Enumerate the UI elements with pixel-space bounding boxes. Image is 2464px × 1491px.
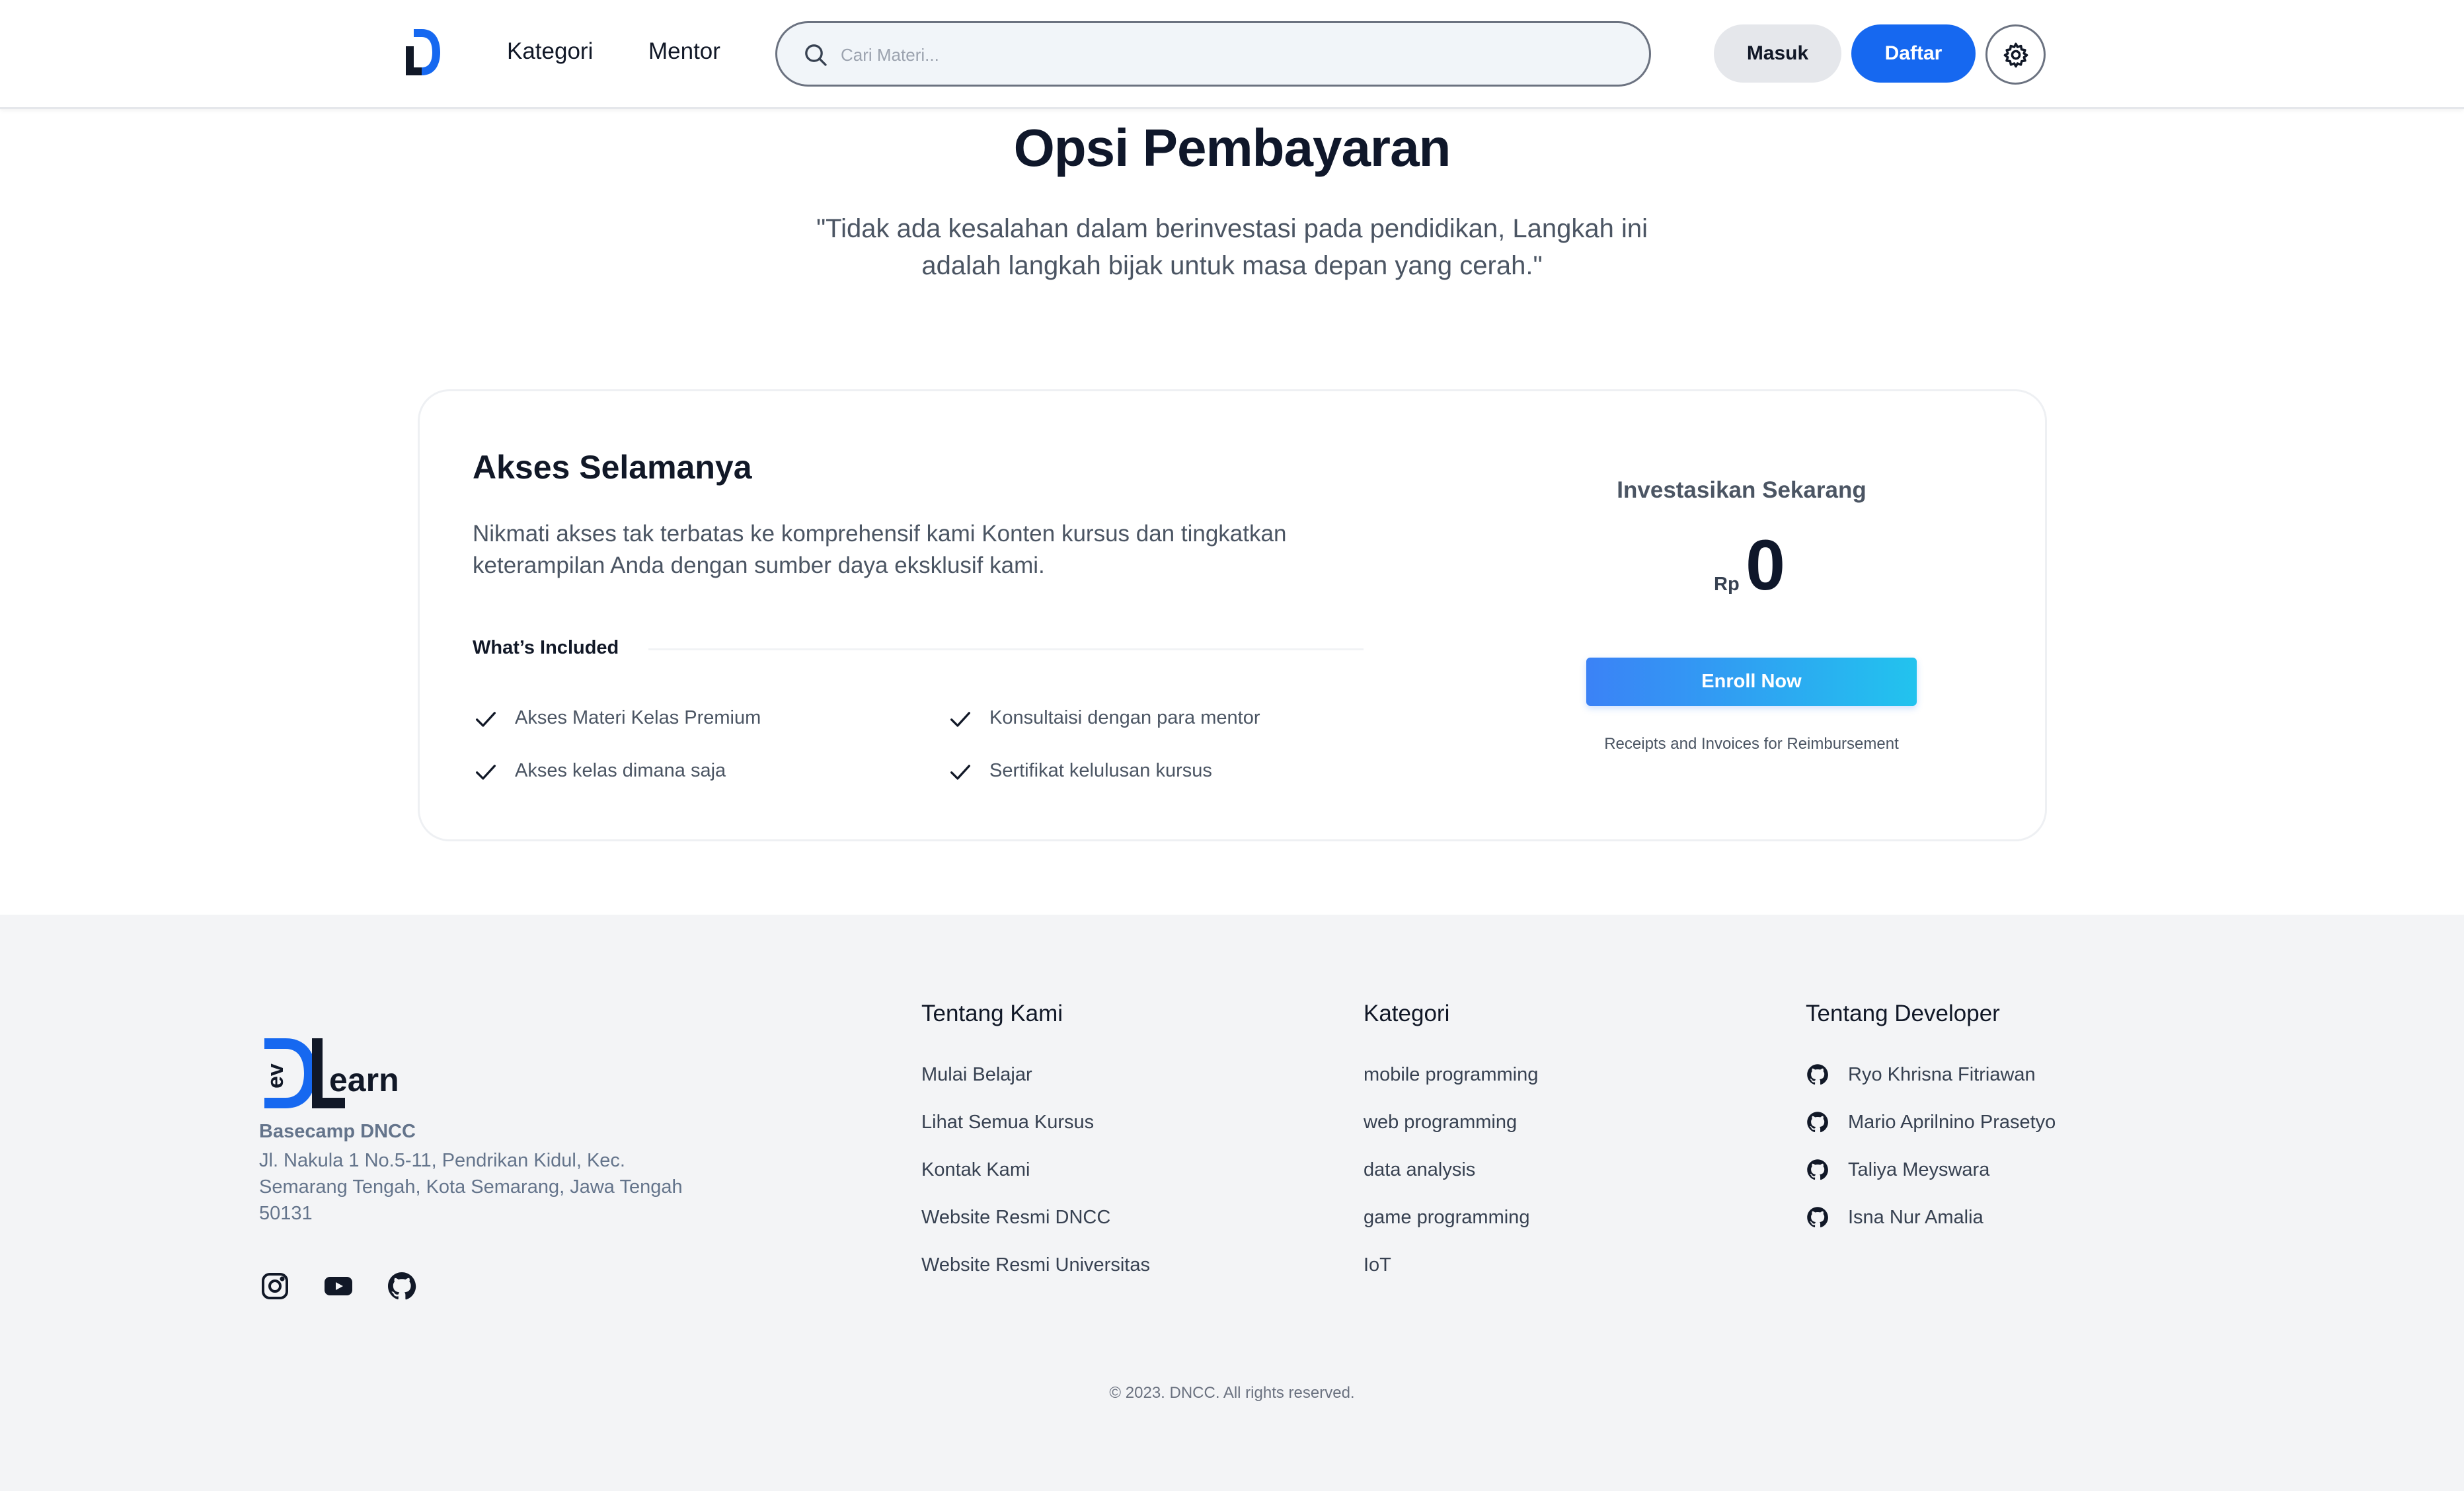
- gear-icon: [2003, 42, 2028, 68]
- instagram-icon[interactable]: [259, 1270, 291, 1302]
- plan-title: Akses Selamanya: [473, 449, 752, 486]
- quote-line-1: "Tidak ada kesalahan dalam berinvestasi …: [816, 214, 1648, 243]
- check-icon: [476, 765, 496, 780]
- feature-label: Konsultaisi dengan para mentor: [989, 707, 1260, 728]
- github-icon[interactable]: [1806, 1205, 1829, 1229]
- footer-category-link[interactable]: data analysis: [1364, 1159, 1475, 1181]
- nav-link-kategori[interactable]: Kategori: [507, 38, 593, 65]
- org-address: Jl. Nakula 1 No.5-11, Pendrikan Kidul, K…: [259, 1150, 683, 1224]
- footer-category-link[interactable]: game programming: [1364, 1207, 1529, 1229]
- developer-link[interactable]: Ryo Khrisna Fitriawan: [1848, 1064, 2036, 1086]
- page-title: Opsi Pembayaran: [1013, 118, 1451, 177]
- divider: [648, 648, 1364, 650]
- footer-link[interactable]: Website Resmi Universitas: [921, 1254, 1150, 1276]
- check-icon: [950, 765, 970, 780]
- search-bar[interactable]: [775, 21, 1651, 87]
- github-icon[interactable]: [1806, 1158, 1829, 1182]
- github-icon[interactable]: [386, 1270, 418, 1302]
- footer-about-title: Tentang Kami: [921, 1001, 1063, 1026]
- footer-category-link[interactable]: IoT: [1364, 1254, 1391, 1276]
- theme-toggle-button[interactable]: [1985, 24, 2046, 85]
- org-name: Basecamp DNCC: [259, 1121, 416, 1142]
- footer: ev earn Basecamp DNCC Jl. Nakula 1 No.5-…: [0, 915, 2464, 1491]
- search-icon: [805, 44, 827, 66]
- navbar: Kategori Mentor Masuk Daftar: [0, 0, 2464, 109]
- youtube-icon[interactable]: [323, 1270, 354, 1302]
- invest-label: Investasikan Sekarang: [1617, 477, 1867, 503]
- footer-link[interactable]: Lihat Semua Kursus: [921, 1112, 1094, 1133]
- check-icon: [476, 712, 496, 727]
- developer-link[interactable]: Taliya Meyswara: [1848, 1159, 1989, 1181]
- logo-small-text: ev: [263, 1063, 288, 1089]
- developer-link[interactable]: Mario Aprilnino Prasetyo: [1848, 1112, 2056, 1133]
- feature-label: Sertifikat kelulusan kursus: [989, 760, 1212, 781]
- price: Rp 0: [1543, 523, 1940, 605]
- login-button[interactable]: Masuk: [1714, 24, 1841, 83]
- pricing-card: Akses Selamanya Nikmati akses tak terbat…: [418, 389, 2047, 841]
- feature-label: Akses kelas dimana saja: [515, 760, 726, 781]
- price-currency: Rp: [1714, 574, 1740, 595]
- check-icon: [950, 712, 970, 727]
- footer-category-title: Kategori: [1364, 1001, 1450, 1026]
- quote-line-2: adalah langkah bijak untuk masa depan ya…: [921, 251, 1543, 280]
- devlearn-logo[interactable]: ev earn: [259, 1037, 407, 1110]
- footer-category-link[interactable]: mobile programming: [1364, 1064, 1538, 1086]
- github-icon[interactable]: [1806, 1063, 1829, 1087]
- footer-link[interactable]: Mulai Belajar: [921, 1064, 1032, 1086]
- copyright: © 2023. DNCC. All rights reserved.: [1109, 1384, 1355, 1402]
- enroll-button[interactable]: Enroll Now: [1586, 658, 1917, 706]
- feature-label: Akses Materi Kelas Premium: [515, 707, 761, 728]
- receipts-note: Receipts and Invoices for Reimbursement: [1604, 735, 1899, 753]
- price-value: 0: [1746, 525, 1786, 605]
- included-label: What’s Included: [473, 637, 619, 658]
- nav-link-mentor[interactable]: Mentor: [648, 38, 720, 65]
- register-button[interactable]: Daftar: [1851, 24, 1976, 83]
- footer-developer-title: Tentang Developer: [1806, 1001, 2000, 1026]
- footer-link[interactable]: Kontak Kami: [921, 1159, 1030, 1181]
- page-quote: "Tidak ada kesalahan dalam berinvestasi …: [780, 210, 1684, 284]
- search-input[interactable]: [841, 35, 1621, 75]
- developer-link[interactable]: Isna Nur Amalia: [1848, 1207, 1983, 1229]
- plan-description: Nikmati akses tak terbatas ke komprehens…: [473, 521, 1287, 578]
- logo-text: earn: [329, 1061, 399, 1098]
- footer-link[interactable]: Website Resmi DNCC: [921, 1207, 1110, 1229]
- dlearn-logo-icon[interactable]: [404, 26, 442, 78]
- github-icon[interactable]: [1806, 1110, 1829, 1134]
- footer-category-link[interactable]: web programming: [1364, 1112, 1517, 1133]
